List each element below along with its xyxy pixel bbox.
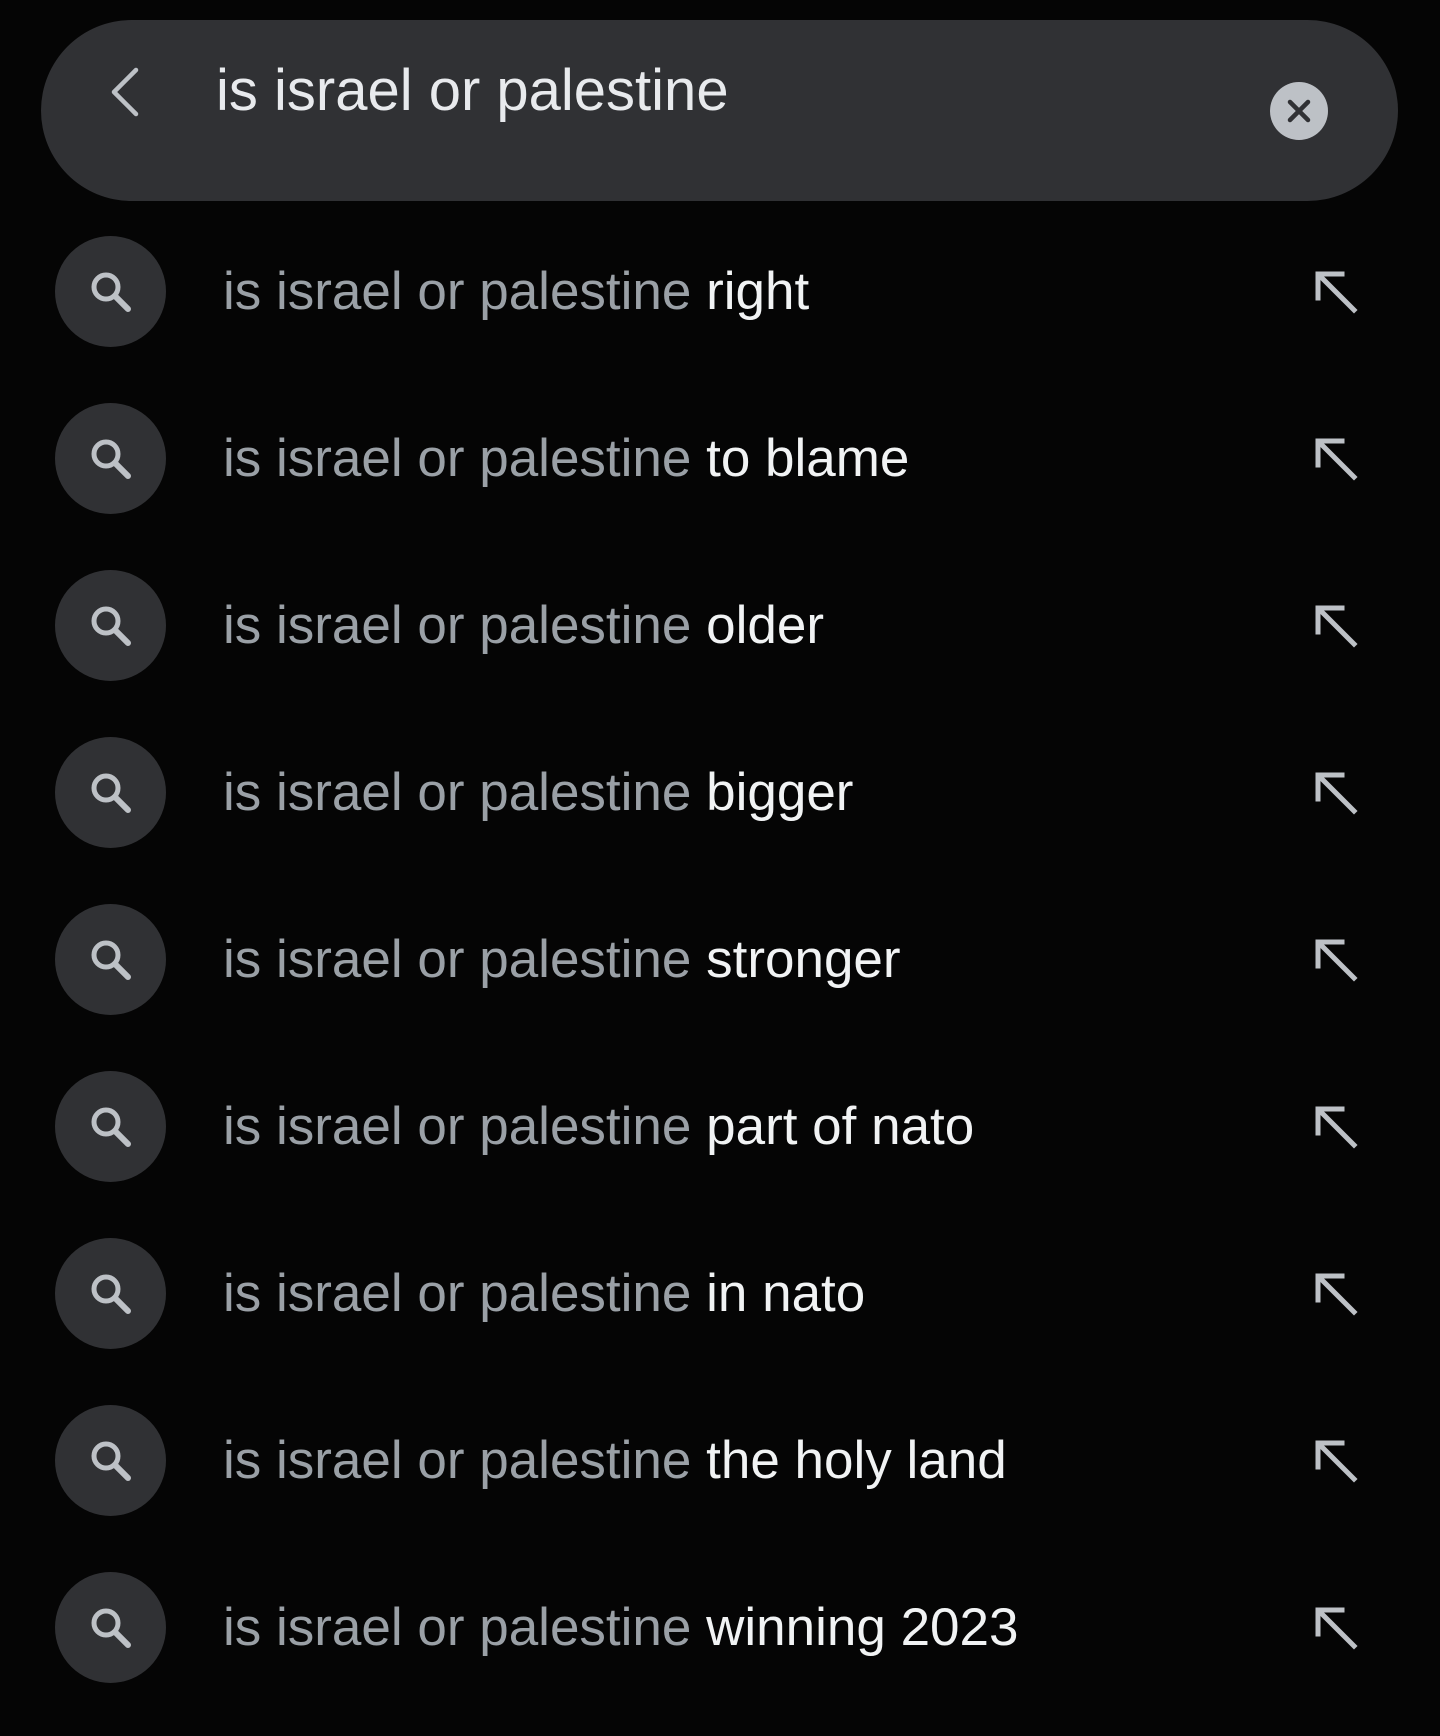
fill-query-button[interactable] [1300,256,1372,328]
suggestion-text: is israel or palestine winning 2023 [223,1584,1018,1672]
suggestion-completion: winning 2023 [706,1598,1019,1657]
search-icon-badge [55,1238,166,1349]
arrow-up-left-icon [1315,772,1358,815]
suggestion-item[interactable]: is israel or palestine part of nato [0,1043,1440,1210]
suggestion-completion: stronger [706,930,901,989]
suggestion-item[interactable]: is israel or palestine winning 2023 [0,1544,1440,1711]
search-icon [91,439,131,479]
search-input[interactable] [216,55,1236,127]
suggestion-completion: the holy land [706,1431,1007,1490]
search-icon-badge [55,403,166,514]
suggestion-text: is israel or palestine bigger [223,749,853,837]
search-icon [91,606,131,646]
search-icon-badge [55,737,166,848]
search-icon [91,1107,131,1147]
arrow-up-left-icon [1315,438,1358,481]
fill-query-button[interactable] [1300,757,1372,829]
suggestion-prefix: is israel or palestine [223,763,692,822]
fill-query-button[interactable] [1300,590,1372,662]
search-icon-badge [55,904,166,1015]
suggestion-prefix: is israel or palestine [223,1598,692,1657]
search-icon [91,1441,131,1481]
arrow-up-left-icon [1315,1273,1358,1316]
suggestion-completion: to blame [706,429,910,488]
clear-search-button[interactable] [1270,82,1328,140]
arrow-up-left-icon [1315,605,1358,648]
suggestion-prefix: is israel or palestine [223,429,692,488]
suggestion-text: is israel or palestine the holy land [223,1417,1007,1505]
suggestion-completion: in nato [706,1264,866,1323]
suggestion-text: is israel or palestine in nato [223,1250,865,1338]
search-icon-badge [55,570,166,681]
suggestion-text: is israel or palestine part of nato [223,1083,974,1171]
fill-query-button[interactable] [1300,1258,1372,1330]
suggestion-item[interactable]: is israel or palestine to blame [0,375,1440,542]
suggestion-completion: bigger [706,763,854,822]
fill-query-button[interactable] [1300,924,1372,996]
search-icon [91,272,131,312]
suggestion-completion: part of nato [706,1097,975,1156]
suggestion-text: is israel or palestine older [223,582,824,670]
search-icon [91,940,131,980]
suggestion-item[interactable]: is israel or palestine in nato [0,1210,1440,1377]
arrow-up-left-icon [1315,1607,1358,1650]
suggestion-item[interactable]: is israel or palestine bigger [0,709,1440,876]
suggestion-completion: older [706,596,824,655]
suggestion-prefix: is israel or palestine [223,1431,692,1490]
search-icon [91,1274,131,1314]
suggestion-list: is israel or palestine right is israel o… [0,208,1440,1711]
suggestion-item[interactable]: is israel or palestine older [0,542,1440,709]
search-icon-badge [55,1071,166,1182]
arrow-up-left-icon [1315,939,1358,982]
back-button[interactable] [96,62,156,122]
chevron-left-icon [111,67,139,117]
suggestion-prefix: is israel or palestine [223,1264,692,1323]
suggestion-prefix: is israel or palestine [223,1097,692,1156]
search-icon-badge [55,236,166,347]
arrow-up-left-icon [1315,1440,1358,1483]
suggestion-prefix: is israel or palestine [223,596,692,655]
search-icon-badge [55,1405,166,1516]
arrow-up-left-icon [1315,271,1358,314]
close-icon [1287,99,1311,123]
search-icon [91,1608,131,1648]
search-icon-badge [55,1572,166,1683]
suggestion-text: is israel or palestine stronger [223,916,901,1004]
suggestion-item[interactable]: is israel or palestine right [0,208,1440,375]
fill-query-button[interactable] [1300,1091,1372,1163]
suggestion-completion: right [706,262,810,321]
suggestion-item[interactable]: is israel or palestine the holy land [0,1377,1440,1544]
fill-query-button[interactable] [1300,423,1372,495]
arrow-up-left-icon [1315,1106,1358,1149]
fill-query-button[interactable] [1300,1592,1372,1664]
suggestion-item[interactable]: is israel or palestine stronger [0,876,1440,1043]
fill-query-button[interactable] [1300,1425,1372,1497]
suggestion-text: is israel or palestine to blame [223,415,909,503]
suggestion-text: is israel or palestine right [223,248,809,336]
suggestion-prefix: is israel or palestine [223,262,692,321]
suggestion-prefix: is israel or palestine [223,930,692,989]
search-icon [91,773,131,813]
